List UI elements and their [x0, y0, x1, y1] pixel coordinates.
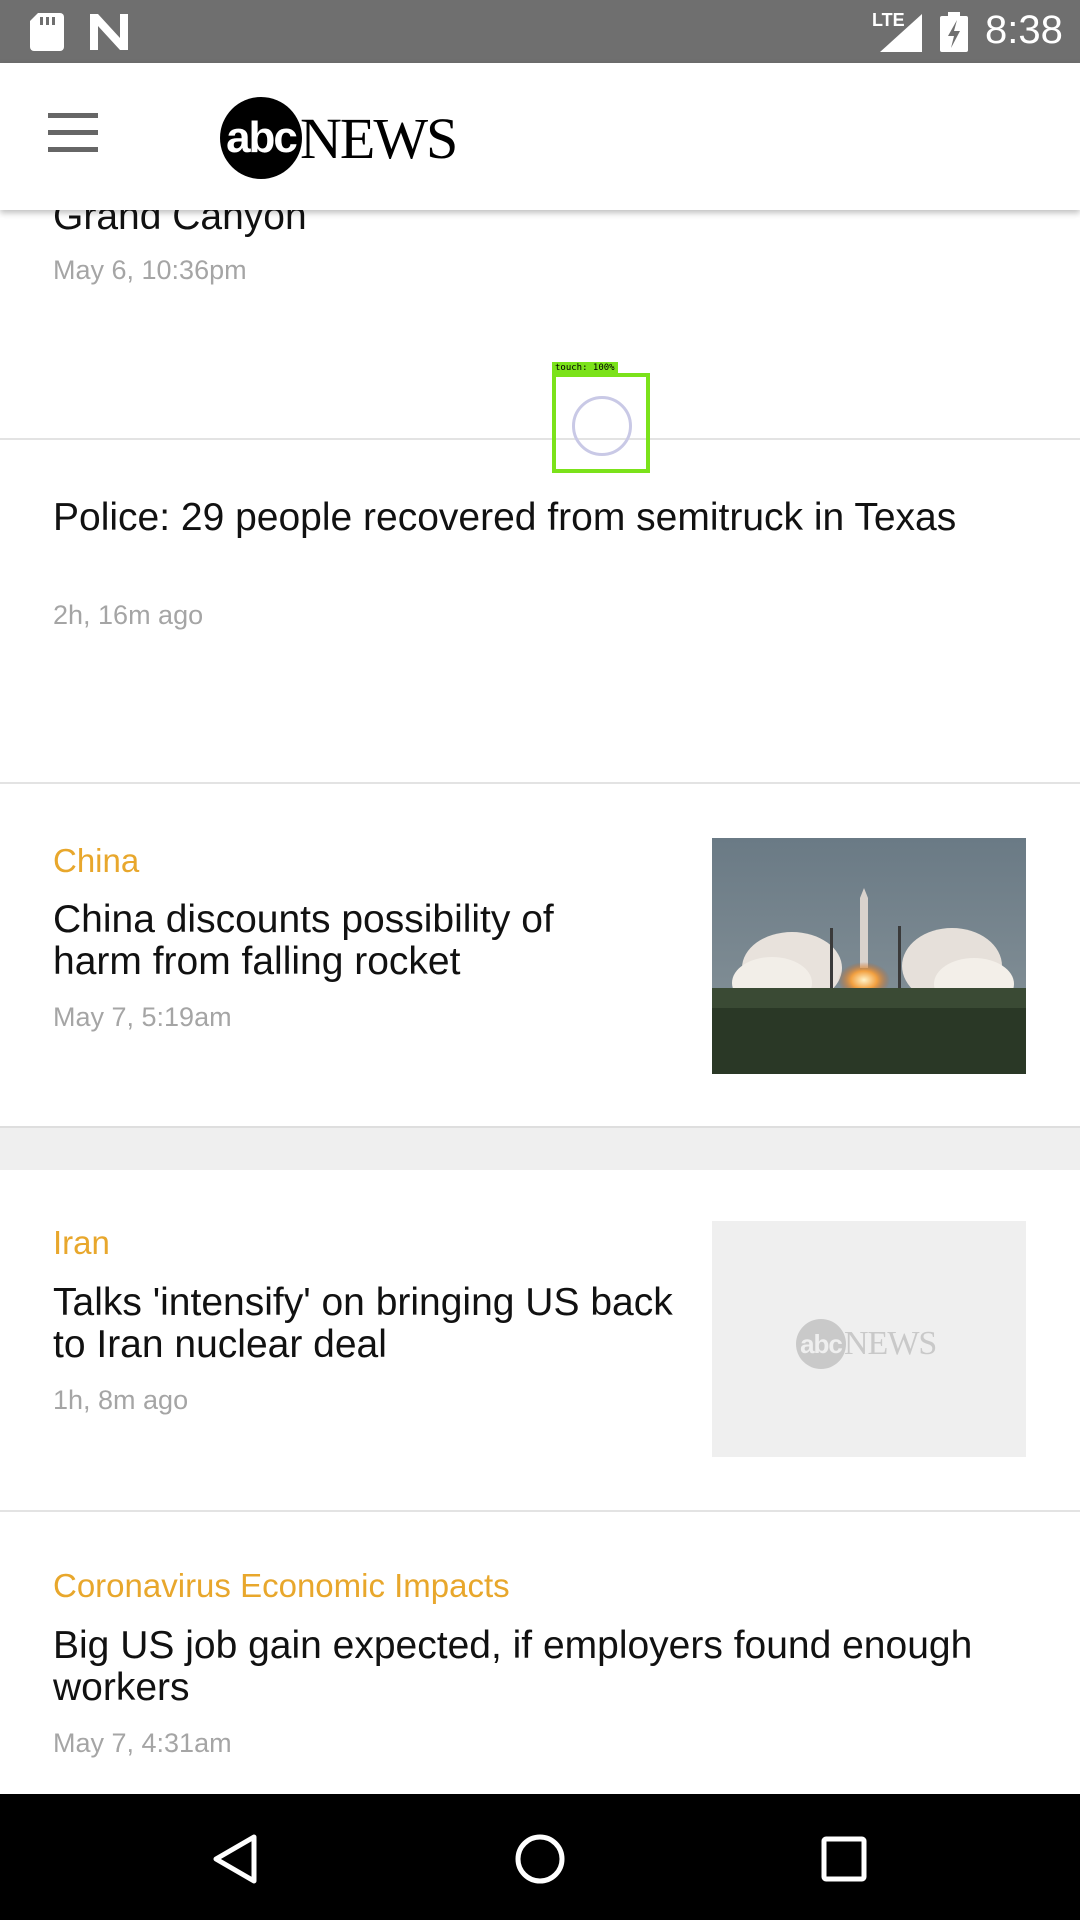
back-icon[interactable] — [206, 1829, 266, 1889]
story-card[interactable]: China China discounts possibility of har… — [0, 784, 1080, 1126]
story-category[interactable]: Coronavirus Economic Impacts — [53, 1567, 510, 1605]
placeholder-news: NEWS — [844, 1325, 937, 1362]
logo-abc: abc — [220, 97, 302, 179]
app-bar: abc NEWS — [0, 63, 1080, 210]
story-card[interactable]: Police: 29 people recovered from semitru… — [0, 440, 1080, 782]
story-time: 1h, 8m ago — [53, 1385, 189, 1415]
signal-icon — [880, 14, 922, 52]
sd-card-icon — [30, 13, 64, 51]
story-card[interactable]: Coronavirus Economic Impacts Big US job … — [0, 1512, 1080, 1794]
logo-news: NEWS — [300, 106, 458, 171]
abc-news-logo[interactable]: abc NEWS — [220, 97, 460, 179]
story-time: 2h, 16m ago — [53, 600, 204, 630]
section-separator — [0, 1126, 1080, 1172]
story-headline: Police: 29 people recovered from semitru… — [53, 496, 957, 539]
placeholder-logo: abc NEWS — [796, 1319, 956, 1369]
story-card[interactable]: Iran Talks 'intensify' on bringing US ba… — [0, 1170, 1080, 1510]
story-headline: China discounts possibility of harm from… — [53, 898, 554, 983]
hamburger-menu-icon[interactable] — [40, 113, 106, 163]
recents-icon[interactable] — [814, 1829, 874, 1889]
n-notification-icon — [90, 14, 128, 50]
story-time: May 7, 5:19am — [53, 1002, 232, 1032]
story-time: May 7, 4:31am — [53, 1728, 232, 1758]
story-time: May 6, 10:36pm — [53, 255, 247, 285]
abc-news-placeholder-image[interactable]: abc NEWS — [712, 1221, 1026, 1457]
battery-charging-icon — [940, 12, 968, 52]
story-category[interactable]: China — [53, 842, 139, 880]
story-category[interactable]: Iran — [53, 1224, 110, 1262]
placeholder-abc: abc — [796, 1319, 846, 1369]
story-headline: Talks 'intensify' on bringing US back to… — [53, 1281, 673, 1366]
clock: 8:38 — [985, 8, 1063, 52]
story-headline: Big US job gain expected, if employers f… — [53, 1624, 973, 1709]
home-icon[interactable] — [510, 1829, 570, 1889]
rocket-launch-image[interactable] — [712, 838, 1026, 1074]
status-bar: LTE 8:38 — [0, 0, 1080, 63]
navigation-bar — [0, 1794, 1080, 1920]
touch-point — [572, 396, 632, 456]
